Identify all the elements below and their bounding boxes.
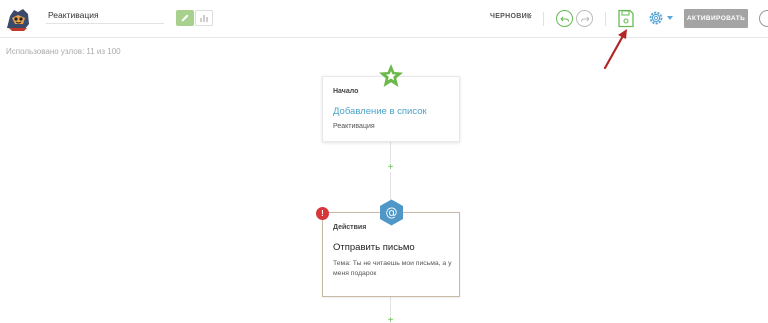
annotation-arrow-icon [603,29,627,70]
extra-circle-button[interactable] [759,10,768,27]
bar-chart-icon [200,15,208,22]
chevron-down-icon[interactable] [526,15,532,19]
action-title: Отправить письмо [333,242,415,253]
node-kicker: Начало [333,88,359,95]
error-badge[interactable]: ! [316,207,329,220]
redo-button[interactable] [576,10,593,27]
svg-text:@: @ [386,206,398,220]
star-icon [379,64,403,87]
campaign-title-input[interactable] [46,7,164,24]
action-description: Тема: Ты не читаешь мои письма, а у меня… [333,260,452,277]
undo-button[interactable] [556,10,573,27]
add-step-button[interactable]: + [386,163,395,173]
floppy-disk-icon [618,9,634,28]
node-kicker: Действия [333,224,367,231]
redo-icon [580,16,590,22]
logo-mascot-icon[interactable] [4,6,32,32]
start-list-name: Реактивация [333,123,375,130]
top-toolbar: ЧЕРНОВИК АКТИВИРОВАТЬ [0,0,768,38]
save-button[interactable] [617,9,635,28]
pencil-icon [181,14,189,22]
nodes-usage-counter: Использовано узлов: 11 из 100 [6,47,121,56]
chevron-down-icon[interactable] [667,16,673,20]
undo-icon [559,16,569,22]
edit-mode-button[interactable] [176,10,194,26]
stats-mode-button[interactable] [195,10,213,26]
divider [605,12,606,26]
add-step-button[interactable]: + [386,316,395,323]
settings-button[interactable] [647,9,665,27]
at-email-icon: @ [380,199,403,226]
start-trigger-link[interactable]: Добавление в список [333,106,427,117]
divider [543,12,544,26]
gear-icon [649,11,663,25]
activate-button[interactable]: АКТИВИРОВАТЬ [684,9,748,28]
